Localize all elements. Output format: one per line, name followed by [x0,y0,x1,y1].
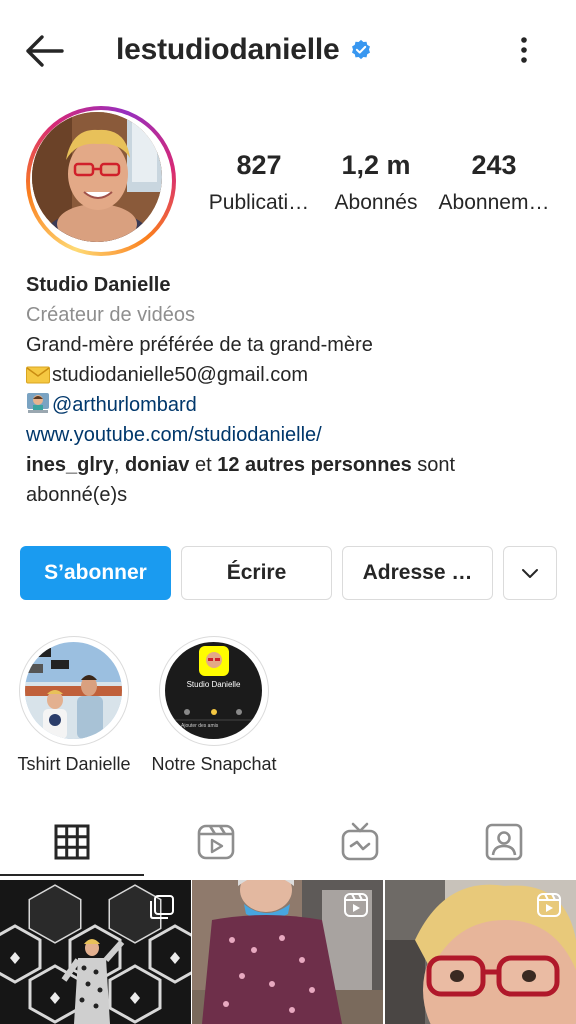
multi-photo-icon [150,895,174,919]
highlight-ring [19,636,129,746]
reels-badge-icon [537,893,561,917]
post-thumbnail[interactable] [385,880,576,1024]
email-text: studiodanielle50@gmail.com [52,364,308,386]
highlight-cover [25,642,122,739]
highlight-label: Tshirt Danielle [17,754,131,774]
category-label: Créateur de vidéos [26,304,195,326]
suggestions-button[interactable] [503,546,557,600]
envelope-icon [26,366,50,384]
followed-others: 12 autres personnes [217,454,412,476]
email-line: studiodanielle50@gmail.com [26,360,556,390]
story-ring[interactable] [26,106,176,256]
website-link[interactable]: www.youtube.com/studiodanielle/ [26,420,556,450]
more-options-icon[interactable] [512,34,536,66]
stat-following[interactable]: 243 Abonnem… [434,150,554,215]
follow-button[interactable]: S’abonner [20,546,171,600]
following-count: 243 [471,150,517,180]
avatar-photo [32,112,162,242]
address-button[interactable]: Adresse … [342,546,493,600]
followed-and: et [189,454,218,476]
mention-line: @arthurlombard [26,390,556,420]
followed-user-1: ines_glry [26,454,114,476]
mention-link[interactable]: @arthurlombard [52,394,197,416]
profile-header: lestudiodanielle [0,0,576,100]
display-name: Studio Danielle [26,274,171,296]
followed-user-2: doniav [124,454,190,476]
highlight-label: Notre Snapchat [151,754,277,774]
stat-posts[interactable]: 827 Publicati… [202,150,316,215]
followed-by[interactable]: ines_glry, doniav et 12 autres personnes… [26,450,556,510]
igtv-icon[interactable] [340,822,380,862]
profile-bio: Studio Danielle Créateur de vidéos Grand… [26,270,556,510]
profile-username: lestudiodanielle [116,33,340,66]
followers-count: 1,2 m [341,150,411,180]
highlight-snapchat[interactable]: Studio Danielle Ajouter des amis Notre S… [144,636,284,775]
profile-tabs [0,808,576,876]
posts-count: 827 [236,150,282,180]
username-container: lestudiodanielle [116,30,372,70]
avatar[interactable] [32,112,162,242]
posts-grid [0,880,576,1024]
posts-label: Publicati… [208,191,310,214]
highlight-tshirt[interactable]: Tshirt Danielle [4,636,144,775]
message-button[interactable]: Écrire [181,546,332,600]
active-tab-indicator [0,874,144,876]
followers-label: Abonnés [334,191,418,214]
followed-sep: , [113,454,125,476]
tagged-icon[interactable] [484,822,524,862]
post-thumbnail[interactable] [0,880,191,1024]
reels-badge-icon [344,893,368,917]
verified-badge-icon [351,39,370,60]
stat-followers[interactable]: 1,2 m Abonnés [324,150,428,215]
technologist-icon [27,393,49,413]
highlight-ring: Studio Danielle Ajouter des amis [159,636,269,746]
snap-title: Studio Danielle [186,680,241,689]
tshirt-cover-image [25,642,122,739]
following-label: Abonnem… [438,191,550,214]
reels-icon[interactable] [196,822,236,862]
snap-add-friends: Ajouter des amis [181,723,219,729]
highlight-cover: Studio Danielle Ajouter des amis [165,642,262,739]
chevron-down-icon [522,569,538,578]
post-thumbnail[interactable] [192,880,383,1024]
bio-description: Grand-mère préférée de ta grand-mère [26,334,373,356]
grid-icon[interactable] [52,822,92,862]
back-arrow-icon[interactable] [24,34,64,68]
